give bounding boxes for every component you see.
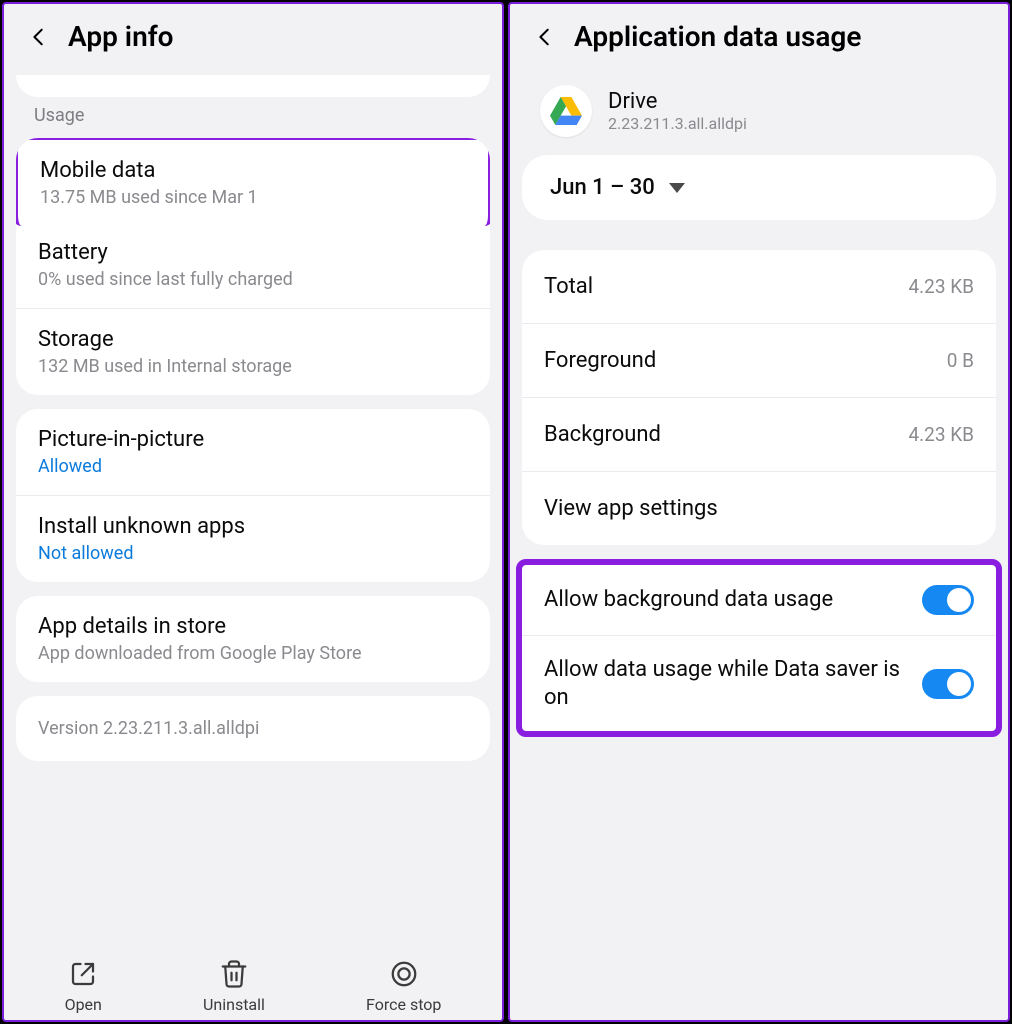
open-icon [68,959,98,989]
page-title: App info [68,20,174,53]
app-name: Drive [608,89,747,114]
usage-card: Mobile data 13.75 MB used since Mar 1 Ba… [16,138,490,395]
unknown-sub: Not allowed [38,543,468,564]
total-value: 4.23 KB [908,275,974,298]
permissions-card: Picture-in-picture Allowed Install unkno… [16,409,490,582]
app-details-row[interactable]: App details in store App downloaded from… [16,596,490,682]
datasaver-switch[interactable] [922,669,974,699]
background-label: Background [544,422,661,447]
mobile-data-title: Mobile data [40,158,466,183]
usage-section-label: Usage [4,97,502,138]
open-button[interactable]: Open [65,959,102,1014]
trash-icon [219,959,249,989]
header: App info [4,4,502,75]
mobile-data-row[interactable]: Mobile data 13.75 MB used since Mar 1 [16,138,490,226]
storage-row[interactable]: Storage 132 MB used in Internal storage [16,309,490,395]
bottom-actions: Open Uninstall Force stop [4,951,502,1020]
pip-sub: Allowed [38,456,468,477]
total-row: Total 4.23 KB [522,250,996,324]
background-value: 4.23 KB [908,423,974,446]
bg-data-label: Allow background data usage [544,586,908,614]
page-title: Application data usage [574,20,861,53]
open-label: Open [65,995,102,1014]
details-sub: App downloaded from Google Play Store [38,643,468,664]
toggles-highlight: Allow background data usage Allow data u… [516,559,1002,737]
app-header: Drive 2.23.211.3.all.alldpi [510,75,1008,155]
header: Application data usage [510,4,1008,75]
uninstall-label: Uninstall [203,995,265,1014]
bg-data-switch[interactable] [922,585,974,615]
battery-sub: 0% used since last fully charged [38,269,468,290]
forcestop-label: Force stop [366,995,441,1014]
foreground-label: Foreground [544,348,656,373]
storage-title: Storage [38,327,468,352]
battery-row[interactable]: Battery 0% used since last fully charged [16,222,490,309]
date-range-text: Jun 1 – 30 [550,175,655,200]
drive-icon [540,85,592,137]
data-usage-screen: Application data usage Drive 2.23.211.3.… [508,2,1010,1022]
date-range-selector[interactable]: Jun 1 – 30 [522,155,996,220]
datasaver-label: Allow data usage while Data saver is on [544,656,908,711]
uninstall-button[interactable]: Uninstall [203,959,265,1014]
pip-title: Picture-in-picture [38,427,468,452]
app-version: 2.23.211.3.all.alldpi [608,114,747,133]
foreground-value: 0 B [947,349,974,372]
unknown-title: Install unknown apps [38,514,468,539]
foreground-row: Foreground 0 B [522,324,996,398]
battery-title: Battery [38,240,468,265]
toggles-card: Allow background data usage Allow data u… [522,565,996,731]
mobile-data-sub: 13.75 MB used since Mar 1 [40,187,466,208]
back-icon[interactable] [534,26,556,48]
app-meta: Drive 2.23.211.3.all.alldpi [608,89,747,133]
bg-data-toggle-row[interactable]: Allow background data usage [522,565,996,636]
forcestop-icon [389,959,419,989]
back-icon[interactable] [28,26,50,48]
view-settings-row[interactable]: View app settings [522,472,996,545]
app-info-screen: App info Usage Mobile data 13.75 MB used… [2,2,504,1022]
stats-card: Total 4.23 KB Foreground 0 B Background … [522,250,996,545]
pip-row[interactable]: Picture-in-picture Allowed [16,409,490,496]
store-card: App details in store App downloaded from… [16,596,490,682]
version-card: Version 2.23.211.3.all.alldpi [16,696,490,761]
chevron-down-icon [669,182,685,194]
datasaver-toggle-row[interactable]: Allow data usage while Data saver is on [522,636,996,731]
total-label: Total [544,274,593,299]
view-settings-label: View app settings [544,496,718,521]
storage-sub: 132 MB used in Internal storage [38,356,468,377]
background-row: Background 4.23 KB [522,398,996,472]
unknown-apps-row[interactable]: Install unknown apps Not allowed [16,496,490,582]
version-text: Version 2.23.211.3.all.alldpi [38,718,259,739]
card-cutoff [16,75,490,97]
details-title: App details in store [38,614,468,639]
forcestop-button[interactable]: Force stop [366,959,441,1014]
